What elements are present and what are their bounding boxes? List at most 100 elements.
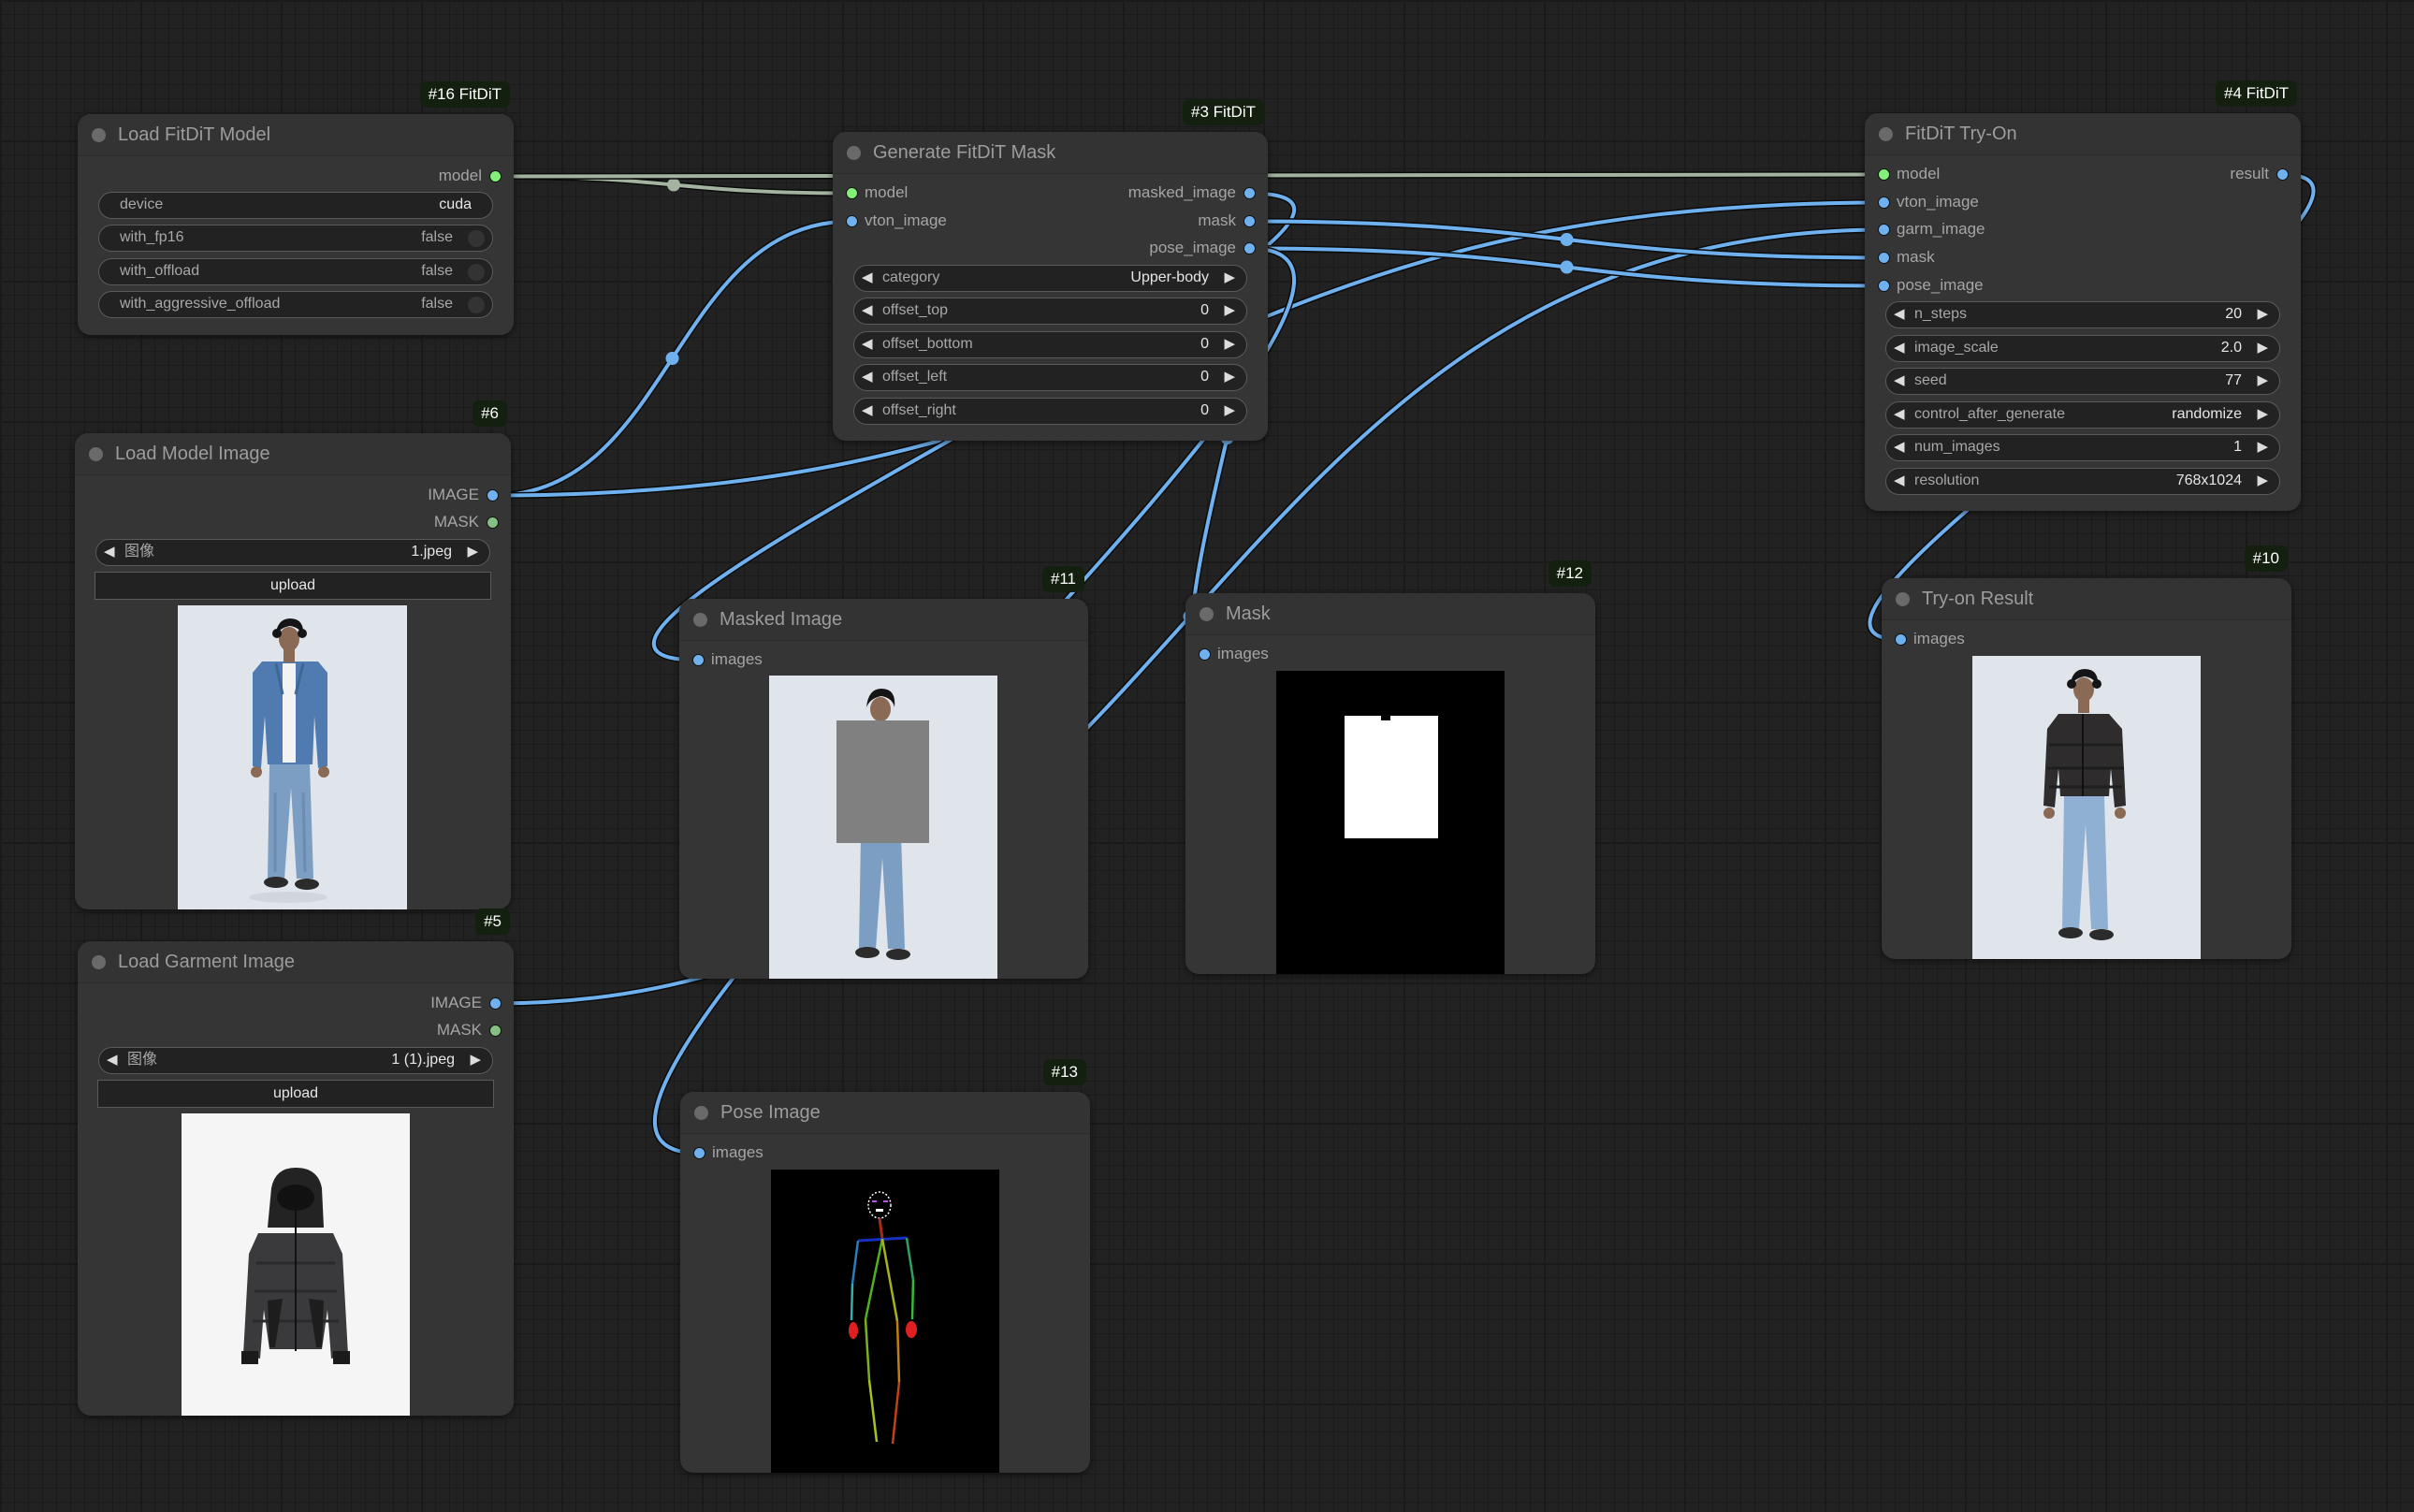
node-title-bar[interactable]: Load Model Image <box>75 433 511 475</box>
decrement-arrow-icon[interactable]: ◀ <box>104 540 115 564</box>
port-dot-icon[interactable] <box>2276 168 2289 181</box>
toggle-knob-icon[interactable] <box>468 264 485 281</box>
with-aggressive-offload-toggle[interactable]: with_aggressive_offload false <box>98 291 493 318</box>
link-gen-mask-mask-to-tryon-mask[interactable] <box>1249 218 1884 261</box>
output-result[interactable]: result <box>2230 164 2290 184</box>
toggle-knob-icon[interactable] <box>468 230 485 247</box>
collapse-dot-icon[interactable] <box>1200 607 1214 621</box>
port-dot-icon[interactable] <box>1878 168 1890 181</box>
port-dot-icon[interactable] <box>1878 280 1890 292</box>
offset-bottom-number[interactable]: ◀ offset_bottom 0 ▶ <box>853 331 1247 358</box>
node-load-fitdit-model[interactable]: #16 FitDiT Load FitDiT Model model devic… <box>78 81 514 335</box>
collapse-dot-icon[interactable] <box>693 613 707 627</box>
collapse-dot-icon[interactable] <box>1879 127 1893 141</box>
port-dot-icon[interactable] <box>1243 242 1256 254</box>
port-dot-icon[interactable] <box>693 1147 705 1159</box>
decrement-arrow-icon[interactable]: ◀ <box>1894 302 1905 327</box>
output-image[interactable]: IMAGE <box>430 993 502 1013</box>
collapse-dot-icon[interactable] <box>92 128 106 142</box>
input-images[interactable]: images <box>1893 629 1965 649</box>
node-title-bar[interactable]: Masked Image <box>679 599 1088 641</box>
image-file-combo[interactable]: ◀ 图像 1.jpeg ▶ <box>95 539 490 566</box>
node-pose-image[interactable]: #13 Pose Image images <box>680 1059 1090 1473</box>
port-dot-icon[interactable] <box>1895 633 1907 646</box>
increment-arrow-icon[interactable]: ▶ <box>2257 369 2268 393</box>
increment-arrow-icon[interactable]: ▶ <box>2257 302 2268 327</box>
device-widget[interactable]: device cuda <box>98 192 493 219</box>
port-dot-icon[interactable] <box>489 997 502 1010</box>
link-midpoint-handle[interactable] <box>1560 233 1574 246</box>
seed-number[interactable]: ◀ seed 77 ▶ <box>1885 368 2280 395</box>
node-title-bar[interactable]: Try-on Result <box>1882 578 2291 620</box>
increment-arrow-icon[interactable]: ▶ <box>1224 332 1235 356</box>
port-dot-icon[interactable] <box>846 187 858 199</box>
n-steps-number[interactable]: ◀ n_steps 20 ▶ <box>1885 301 2280 328</box>
offset-right-number[interactable]: ◀ offset_right 0 ▶ <box>853 398 1247 425</box>
input-images[interactable]: images <box>1197 644 1269 664</box>
increment-arrow-icon[interactable]: ▶ <box>2257 435 2268 459</box>
input-images[interactable]: images <box>691 649 763 670</box>
output-image[interactable]: IMAGE <box>428 485 500 505</box>
collapse-dot-icon[interactable] <box>92 955 106 969</box>
node-title-bar[interactable]: Load FitDiT Model <box>78 114 514 156</box>
node-title-bar[interactable]: Generate FitDiT Mask <box>833 132 1268 174</box>
collapse-dot-icon[interactable] <box>694 1106 708 1120</box>
decrement-arrow-icon[interactable]: ◀ <box>1894 402 1905 427</box>
output-masked-image[interactable]: masked_image <box>1128 182 1257 203</box>
node-title-bar[interactable]: Mask <box>1185 593 1595 635</box>
decrement-arrow-icon[interactable]: ◀ <box>1894 336 1905 360</box>
node-title-bar[interactable]: Pose Image <box>680 1092 1090 1134</box>
decrement-arrow-icon[interactable]: ◀ <box>107 1048 118 1072</box>
decrement-arrow-icon[interactable]: ◀ <box>862 332 873 356</box>
input-model[interactable]: model <box>844 182 908 203</box>
input-vton-image[interactable]: vton_image <box>844 211 947 231</box>
input-images[interactable]: images <box>691 1142 763 1163</box>
increment-arrow-icon[interactable]: ▶ <box>467 540 478 564</box>
increment-arrow-icon[interactable]: ▶ <box>1224 399 1235 423</box>
link-model-image-image-to-gen-mask-vton-image[interactable] <box>492 218 852 499</box>
port-dot-icon[interactable] <box>846 215 858 227</box>
increment-arrow-icon[interactable]: ▶ <box>1224 266 1235 290</box>
increment-arrow-icon[interactable]: ▶ <box>2257 402 2268 427</box>
collapse-dot-icon[interactable] <box>1896 592 1910 606</box>
port-dot-icon[interactable] <box>487 489 499 502</box>
output-mask[interactable]: mask <box>1198 211 1257 231</box>
increment-arrow-icon[interactable]: ▶ <box>470 1048 481 1072</box>
decrement-arrow-icon[interactable]: ◀ <box>862 266 873 290</box>
port-dot-icon[interactable] <box>1199 648 1211 661</box>
input-model[interactable]: model <box>1876 164 1940 184</box>
port-dot-icon[interactable] <box>1243 187 1256 199</box>
decrement-arrow-icon[interactable]: ◀ <box>1894 469 1905 493</box>
node-load-model-image[interactable]: #6 Load Model Image IMAGE MASK ◀ 图像 1.jp… <box>75 400 511 909</box>
link-midpoint-handle[interactable] <box>665 352 679 365</box>
node-mask[interactable]: #12 Mask images <box>1185 560 1595 974</box>
port-dot-icon[interactable] <box>489 170 502 182</box>
node-title-bar[interactable]: FitDiT Try-On <box>1865 113 2301 155</box>
output-pose-image[interactable]: pose_image <box>1149 238 1257 258</box>
input-garm-image[interactable]: garm_image <box>1876 219 1985 240</box>
control-after-generate-combo[interactable]: ◀ control_after_generate randomize ▶ <box>1885 401 2280 429</box>
decrement-arrow-icon[interactable]: ◀ <box>862 399 873 423</box>
upload-button[interactable]: upload <box>95 572 491 600</box>
image-file-combo[interactable]: ◀ 图像 1 (1).jpeg ▶ <box>98 1047 493 1074</box>
increment-arrow-icon[interactable]: ▶ <box>1224 298 1235 323</box>
toggle-knob-icon[interactable] <box>468 297 485 313</box>
port-dot-icon[interactable] <box>1878 224 1890 236</box>
port-dot-icon[interactable] <box>1878 196 1890 209</box>
upload-button[interactable]: upload <box>97 1080 494 1108</box>
link-midpoint-handle[interactable] <box>667 178 680 192</box>
link-load-model-model-to-gen-mask-model[interactable] <box>495 173 852 196</box>
input-pose-image[interactable]: pose_image <box>1876 275 1984 296</box>
node-title-bar[interactable]: Load Garment Image <box>78 941 514 983</box>
input-vton-image[interactable]: vton_image <box>1876 192 1979 212</box>
input-mask[interactable]: mask <box>1876 247 1935 268</box>
output-model[interactable]: model <box>439 166 502 186</box>
image-scale-number[interactable]: ◀ image_scale 2.0 ▶ <box>1885 335 2280 362</box>
node-try-on-result[interactable]: #10 Try-on Result images <box>1882 545 2291 959</box>
collapse-dot-icon[interactable] <box>847 146 861 160</box>
node-fitdit-try-on[interactable]: #4 FitDiT FitDiT Try-On model vton_image… <box>1865 80 2301 511</box>
decrement-arrow-icon[interactable]: ◀ <box>862 298 873 323</box>
category-combo[interactable]: ◀ category Upper-body ▶ <box>853 265 1247 292</box>
link-gen-mask-pose-image-to-tryon-pose-image[interactable] <box>1249 245 1884 289</box>
offset-top-number[interactable]: ◀ offset_top 0 ▶ <box>853 298 1247 325</box>
